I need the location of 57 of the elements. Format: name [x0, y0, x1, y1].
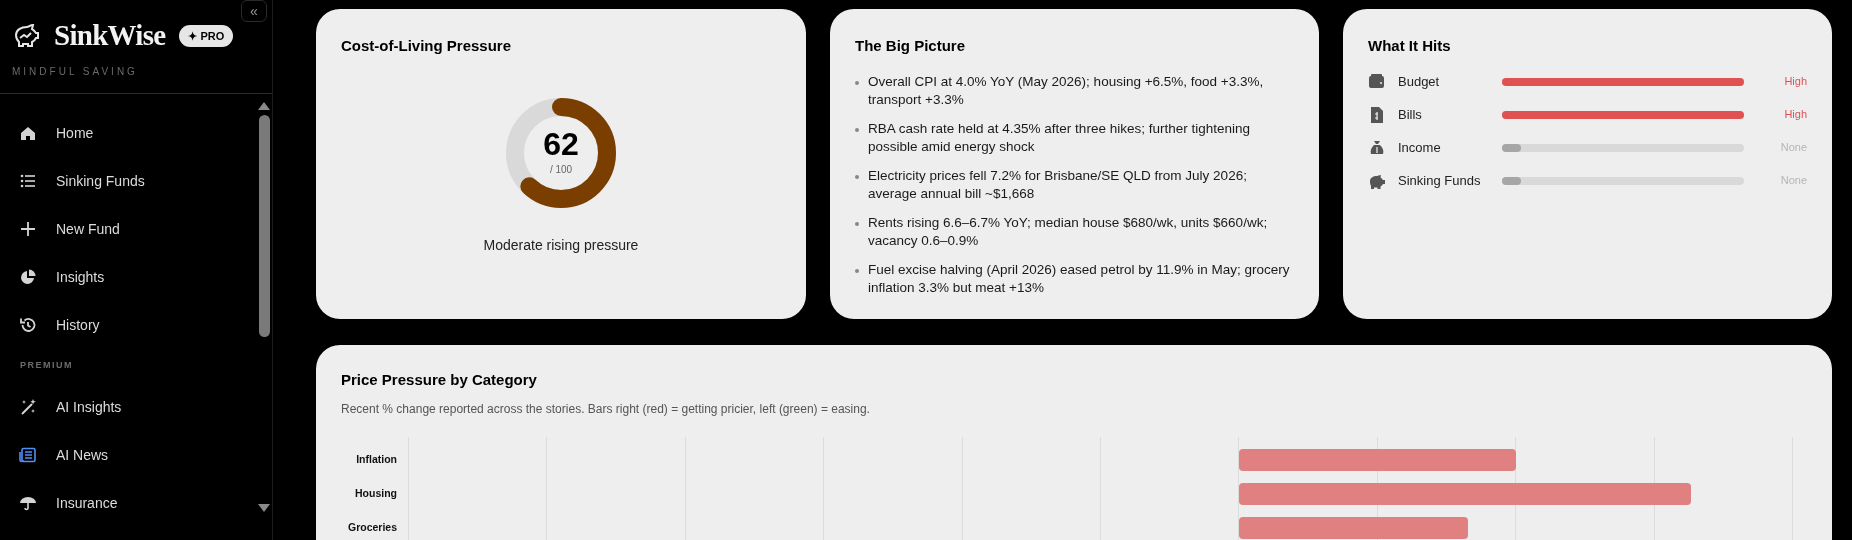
bullet-icon	[855, 127, 859, 132]
nav-item[interactable]: AI News	[0, 431, 252, 479]
impact-rating: High	[1784, 74, 1807, 90]
nav-item[interactable]: Sinking Funds	[0, 157, 252, 205]
category-label: Groceries	[346, 519, 397, 535]
receipt-icon	[1368, 105, 1386, 124]
pro-badge: ✦ PRO	[179, 24, 234, 47]
nav-item[interactable]: Home	[0, 109, 252, 157]
nav-item[interactable]: Insights	[0, 253, 252, 301]
bullet-icon	[855, 174, 859, 179]
section-label: PREMIUM	[20, 359, 73, 373]
tagline: MINDFUL SAVING	[12, 64, 139, 79]
collapse-button[interactable]: «	[241, 0, 267, 22]
wallet-icon	[1368, 72, 1386, 91]
scrollbar-thumb[interactable]	[258, 115, 270, 337]
bullet-text: Fuel excise halving (April 2026) eased petrol by 11.9% in May; grocery inflation 3.3% but meat +13%	[868, 260, 1291, 297]
bullet-icon	[855, 268, 859, 273]
score-scale: / 100	[549, 163, 573, 177]
nav-item[interactable]: New Fund	[0, 205, 252, 253]
score-value: 62	[543, 128, 579, 160]
category-label: Bills	[1398, 105, 1423, 124]
newspaper-icon	[19, 446, 37, 464]
nav-item[interactable]: AI Insights	[0, 383, 252, 431]
card-title: Price Pressure by Category	[341, 370, 538, 390]
scroll-up-icon[interactable]	[258, 102, 270, 110]
brand-name: SinkWise	[54, 18, 166, 53]
category-label: Housing	[354, 485, 397, 501]
plus-icon	[19, 220, 37, 238]
nav-item[interactable]: History	[0, 301, 252, 349]
bullet-text: Overall CPI at 4.0% YoY (May 2026); housing +6.5%, food +3.3%, transport +3.3%	[868, 72, 1265, 109]
chart-subtitle: Recent % change reported across the stories. Bars right (red) = getting pricier, left (green) = easing.	[341, 400, 871, 418]
impact-rating: None	[1780, 173, 1807, 189]
card-title: What It Hits	[1368, 36, 1452, 56]
list-icon	[19, 172, 37, 190]
card-title: Cost-of-Living Pressure	[341, 36, 512, 56]
home-icon	[19, 124, 37, 142]
category-label: Budget	[1398, 72, 1441, 91]
bullet-icon	[855, 221, 859, 226]
category-label: Sinking Funds	[1398, 171, 1482, 190]
scroll-down-icon[interactable]	[258, 504, 270, 512]
money-bag-icon	[1368, 138, 1386, 157]
category-label: Income	[1398, 138, 1442, 157]
impact-rating: None	[1780, 140, 1807, 156]
bullet-text: Rents rising 6.6–6.7% YoY; median house $680/wk, units $660/wk; vacancy 0.6–0.9%	[868, 213, 1269, 250]
bullet-text: Electricity prices fell 7.2% for Brisbane/SE QLD from July 2026; average annual bill ~$1,668	[868, 166, 1248, 203]
pie-chart-icon	[19, 268, 37, 286]
piggy-bank-icon	[12, 22, 40, 49]
card-title: The Big Picture	[855, 36, 967, 56]
pressure-summary: Moderate rising pressure	[483, 235, 639, 255]
history-icon	[19, 316, 37, 334]
magic-wand-icon	[19, 398, 37, 416]
bullet-icon	[855, 80, 859, 85]
bullet-text: RBA cash rate held at 4.35% after three hikes; further tightening possible amid energy shock	[868, 119, 1251, 156]
category-label: Inflation	[355, 451, 397, 467]
umbrella-icon	[19, 494, 37, 512]
nav-item[interactable]: Insurance	[0, 479, 252, 527]
impact-rating: High	[1784, 107, 1807, 123]
